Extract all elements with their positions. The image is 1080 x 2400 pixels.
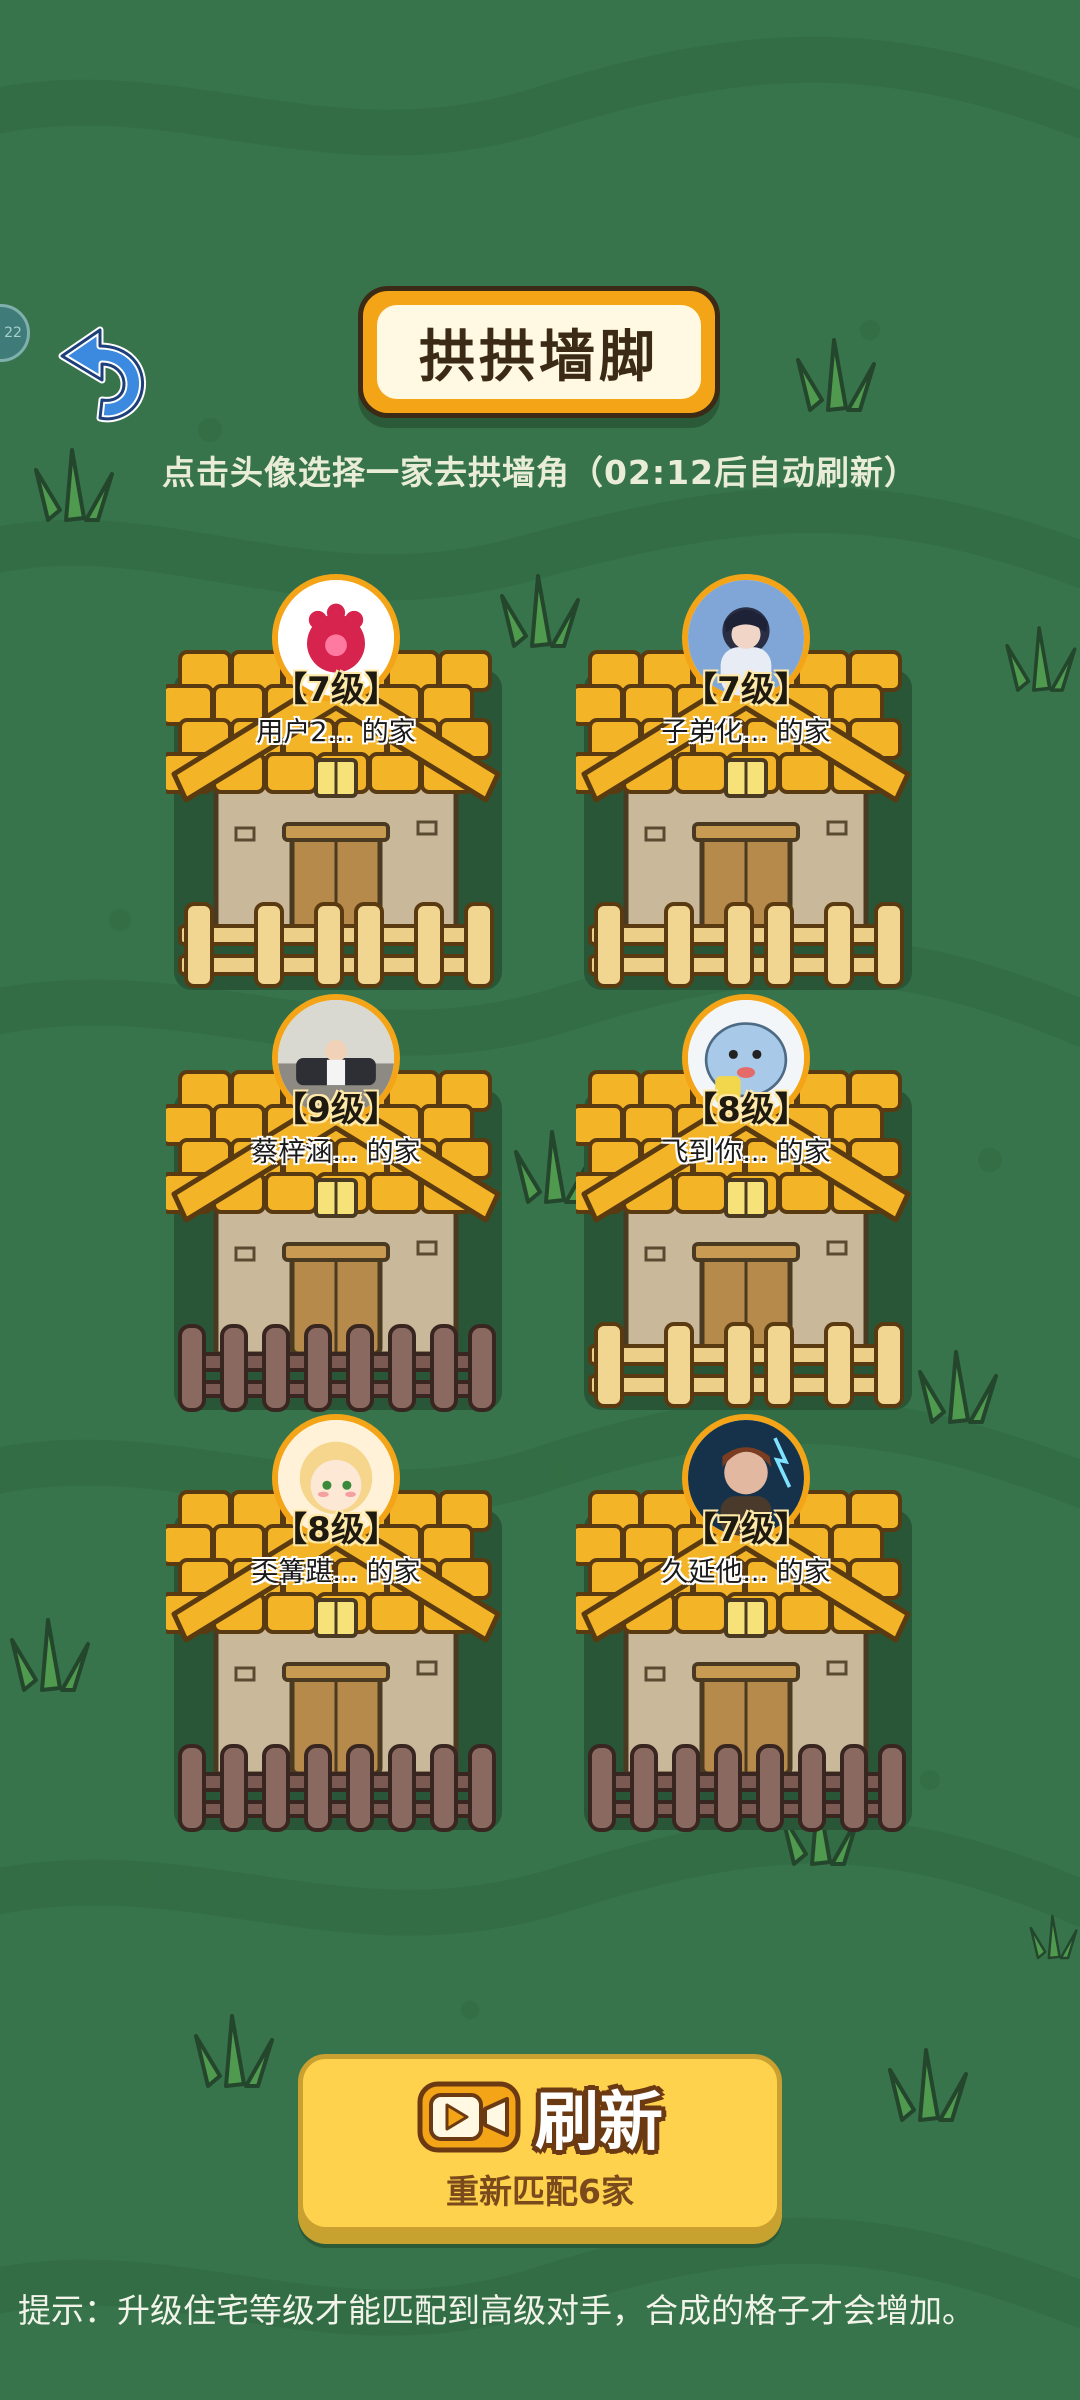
refresh-sub-label: 重新匹配6家 xyxy=(446,2172,634,2211)
house-card[interactable]: 【8级】 飞到你... 的家 xyxy=(576,994,916,1414)
grass-icon xyxy=(888,2048,968,2122)
level-badge: 【7级】 xyxy=(683,1510,809,1550)
house-owner-name: 奀篝踸... 的家 xyxy=(251,1557,421,1588)
grass-icon xyxy=(194,2014,274,2088)
refresh-button[interactable]: 刷新 重新匹配6家 xyxy=(298,2054,782,2232)
house-owner-name: 用户2... 的家 xyxy=(256,717,416,748)
house-owner-name: 久延他... 的家 xyxy=(661,1557,831,1588)
house-card[interactable]: 【7级】 久延他... 的家 xyxy=(576,1414,916,1834)
house-card[interactable]: 【7级】 用户2... 的家 xyxy=(166,574,506,994)
house-card[interactable]: 【9级】 蔡梓涵... 的家 xyxy=(166,994,506,1414)
house-owner-name: 飞到你... 的家 xyxy=(661,1137,831,1168)
level-badge: 【8级】 xyxy=(273,1510,399,1550)
grass-icon xyxy=(10,1618,90,1692)
level-badge: 【9级】 xyxy=(273,1090,399,1130)
level-badge: 【7级】 xyxy=(683,670,809,710)
tip-text: 提示：升级住宅等级才能匹配到高级对手，合成的格子才会增加。 xyxy=(18,2291,975,2330)
grass-icon xyxy=(918,1350,998,1424)
title-banner: 拱拱墙脚 xyxy=(358,286,720,418)
grass-icon xyxy=(1005,626,1077,692)
house-card[interactable]: 【8级】 奀篝踸... 的家 xyxy=(166,1414,506,1834)
page-title: 拱拱墙脚 xyxy=(377,305,701,399)
grass-icon xyxy=(796,338,876,412)
house-owner-name: 蔡梓涵... 的家 xyxy=(251,1137,421,1168)
house-owner-name: 子弟化... 的家 xyxy=(661,717,831,748)
grass-icon xyxy=(1029,1914,1078,1960)
level-badge: 【8级】 xyxy=(683,1090,809,1130)
undo-arrow-icon[interactable] xyxy=(50,326,154,430)
subtitle-instruction: 点击头像选择一家去拱墙角（02:12后自动刷新） xyxy=(161,453,919,492)
level-badge: 【7级】 xyxy=(273,670,399,710)
house-card[interactable]: 【7级】 子弟化... 的家 xyxy=(576,574,916,994)
video-icon xyxy=(417,2081,521,2153)
refresh-label: 刷新 xyxy=(535,2086,663,2160)
grass-icon xyxy=(500,574,580,648)
